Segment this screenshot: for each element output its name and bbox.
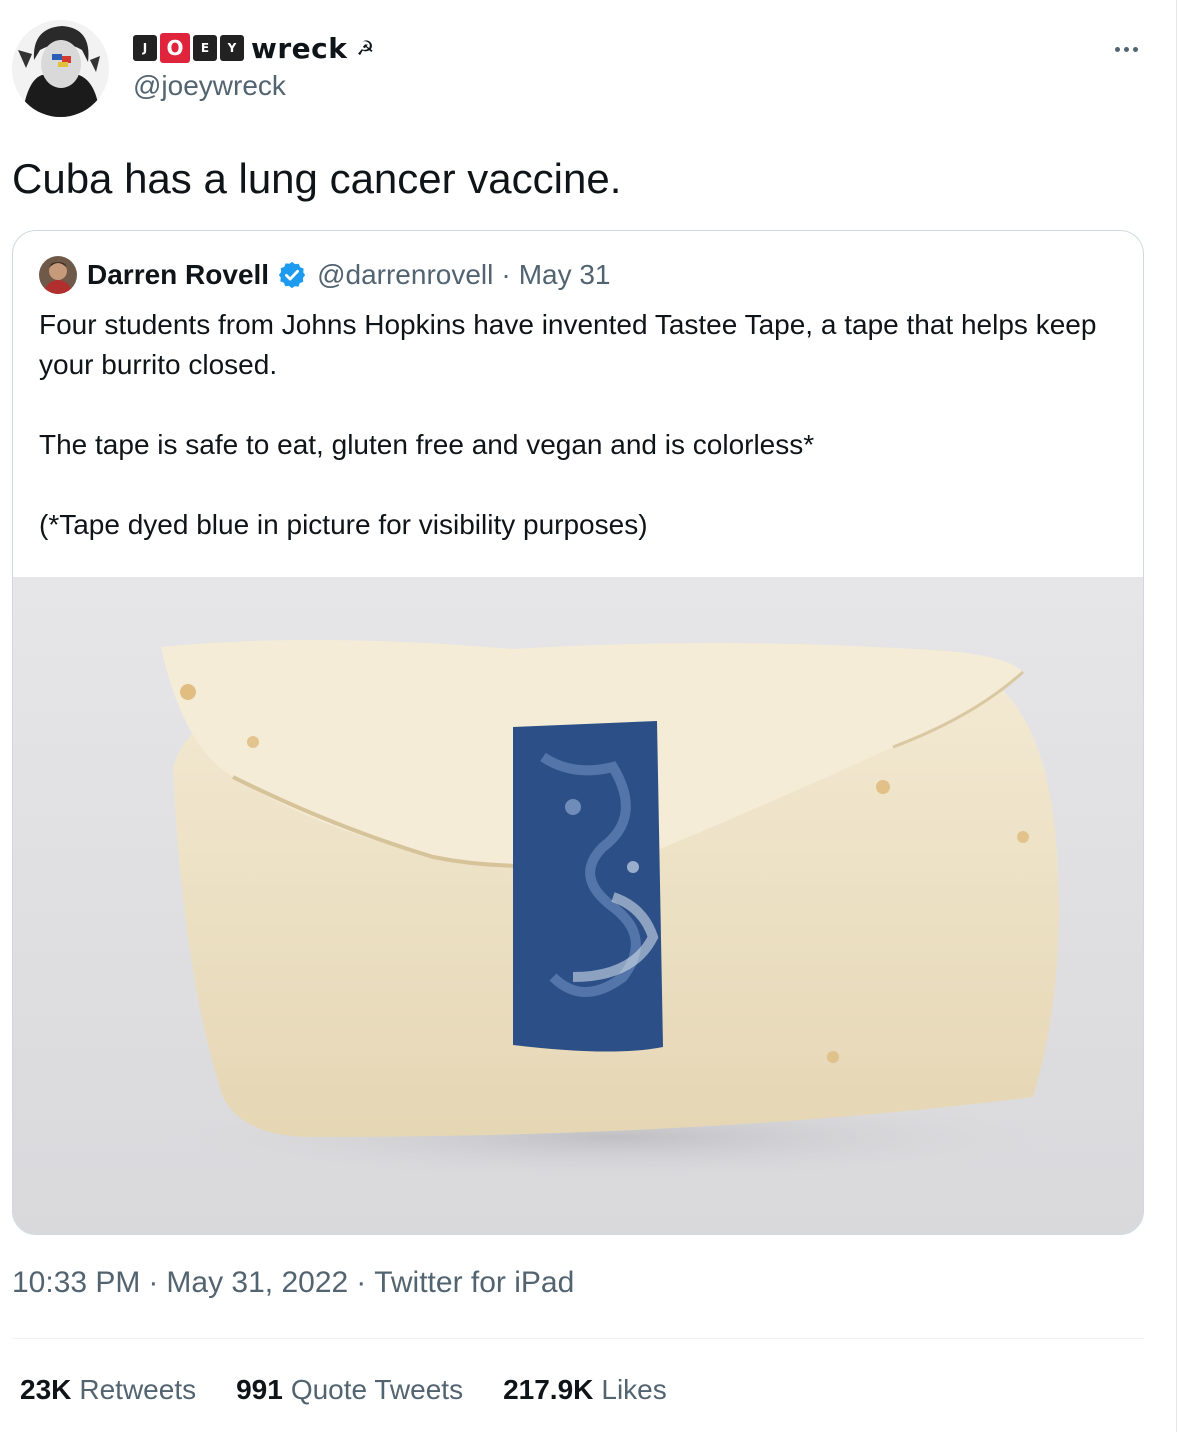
retweets-count: 23K (20, 1374, 72, 1405)
meta-separator: · (356, 1266, 367, 1299)
quoted-tweet-header: Darren Rovell @darrenrovell · May 31 (39, 255, 611, 295)
more-dot (1114, 46, 1120, 52)
tweet-time[interactable]: 10:33 PM (12, 1266, 140, 1300)
name-tile-e: E (193, 35, 217, 61)
quoted-separator: · (501, 259, 511, 290)
quoted-author-avatar[interactable] (39, 256, 77, 294)
name-tile-y: Y (220, 35, 244, 61)
quoted-date[interactable]: May 31 (519, 259, 611, 291)
more-options-icon[interactable] (1106, 34, 1146, 64)
more-dot (1123, 46, 1129, 52)
tweet-meta: 10:33 PM · May 31, 2022 · Twitter for iP… (12, 1266, 574, 1300)
likes-label: Likes (601, 1374, 667, 1405)
tweet-text: Cuba has a lung cancer vaccine. (12, 155, 622, 202)
quoted-author-name[interactable]: Darren Rovell (87, 259, 269, 291)
hammer-sickle-emoji: ☭ (356, 37, 375, 60)
page-edge-line (1176, 0, 1177, 1432)
meta-separator: · (148, 1266, 159, 1299)
more-dot (1132, 46, 1138, 52)
likes-stat[interactable]: 217.9K Likes (503, 1374, 667, 1406)
name-tile-j: J (133, 35, 157, 61)
divider (12, 1338, 1144, 1339)
quoted-author-handle[interactable]: @darrenrovell (317, 259, 493, 291)
name-suffix: wreck (251, 31, 348, 65)
burrito-photo[interactable] (13, 577, 1143, 1234)
author-avatar[interactable] (12, 20, 109, 117)
quoted-tweet-card[interactable]: Darren Rovell @darrenrovell · May 31 Fou… (12, 230, 1144, 1235)
quote-tweets-label: Quote Tweets (290, 1374, 464, 1405)
quote-tweets-count: 991 (236, 1374, 283, 1405)
quoted-paragraph-1: Four students from Johns Hopkins have in… (39, 309, 1097, 380)
quoted-paragraph-3: (*Tape dyed blue in picture for visibili… (39, 509, 648, 540)
tweet-date[interactable]: May 31, 2022 (166, 1266, 348, 1300)
engagement-stats: 23K Retweets 991 Quote Tweets 217.9K Lik… (20, 1374, 667, 1406)
quoted-tweet-text: Four students from Johns Hopkins have in… (39, 305, 1119, 545)
author-handle[interactable]: @joeywreck (133, 70, 286, 102)
author-display-name[interactable]: J O E Y wreck ☭ (133, 31, 375, 65)
quote-tweets-stat[interactable]: 991 Quote Tweets (236, 1374, 463, 1406)
tweet-source[interactable]: Twitter for iPad (374, 1266, 574, 1300)
likes-count: 217.9K (503, 1374, 594, 1405)
name-tile-o: O (160, 33, 190, 63)
retweets-label: Retweets (79, 1374, 197, 1405)
verified-badge-icon (278, 261, 306, 289)
quoted-paragraph-2: The tape is safe to eat, gluten free and… (39, 429, 815, 460)
retweets-stat[interactable]: 23K Retweets (20, 1374, 196, 1406)
